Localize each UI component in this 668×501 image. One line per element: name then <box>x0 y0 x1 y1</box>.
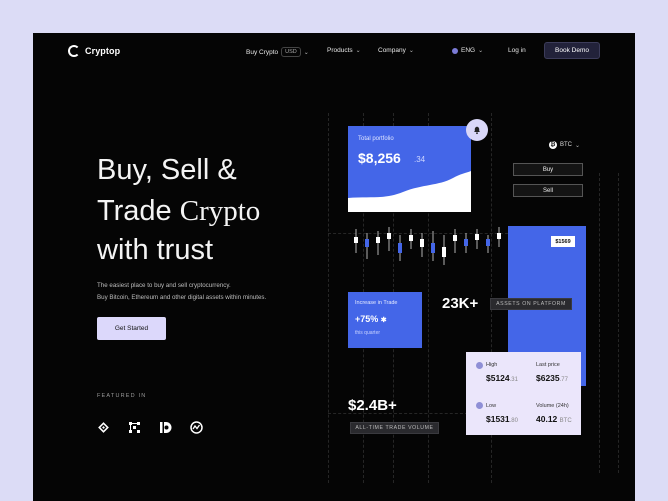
hero-title-line3: with trust <box>97 234 214 266</box>
price-stats-card: High $5124.31 Last price $6235.77 Low $1… <box>466 352 581 435</box>
last-price-main: $6235 <box>536 373 560 383</box>
candle <box>431 243 435 253</box>
sell-button[interactable]: Sell <box>513 184 583 197</box>
price-tag: $1569 <box>551 236 575 247</box>
buy-button[interactable]: Buy <box>513 163 583 176</box>
trade-value-text: +75% <box>355 314 379 324</box>
candle <box>453 235 457 241</box>
last-price-label: Last price <box>536 362 560 368</box>
low-value-dec: .80 <box>509 418 518 424</box>
volume-label: ALL-TIME TRADE VOLUME <box>350 422 439 434</box>
candle <box>475 234 479 240</box>
grid-line <box>599 173 600 473</box>
portfolio-card: Total portfolio $8,256 .34 <box>348 126 471 212</box>
d-logo-icon[interactable] <box>159 421 172 434</box>
logo[interactable]: Cryptop <box>68 45 120 57</box>
language-label: ENG <box>461 47 476 54</box>
assets-label: ASSETS ON PLATFORM <box>490 298 572 310</box>
high-value: $5124.31 <box>486 373 518 383</box>
bell-icon[interactable] <box>466 119 488 141</box>
grid-line <box>328 113 329 483</box>
volume-value: $2.4B+ <box>348 397 397 414</box>
candle <box>365 239 369 247</box>
get-started-button[interactable]: Get Started <box>97 317 166 340</box>
coin-selector[interactable]: ₿ BTC ⌄ <box>549 141 580 149</box>
candle <box>398 243 402 253</box>
hero-title-line1: Buy, Sell & <box>97 154 237 186</box>
trade-value: +75% ✱ <box>355 314 387 324</box>
assets-value: 23K+ <box>442 295 479 312</box>
last-price-dec: .77 <box>559 377 568 383</box>
featured-in-label: FEATURED IN <box>97 393 147 399</box>
high-icon <box>476 362 483 369</box>
candle <box>442 247 446 257</box>
low-value-main: $1531 <box>486 414 510 424</box>
candle <box>486 239 490 246</box>
chevron-down-icon: ⌄ <box>478 48 484 54</box>
candlestick-chart <box>354 227 501 265</box>
sparkle-icon: ✱ <box>380 317 387 324</box>
currency-badge: USD <box>281 47 301 57</box>
coin-label: BTC <box>560 142 572 148</box>
chevron-down-icon: ⌄ <box>303 49 309 56</box>
high-value-dec: .31 <box>509 377 518 383</box>
portfolio-area-chart <box>348 171 471 212</box>
candle <box>497 233 501 239</box>
candle <box>420 239 424 247</box>
volume-24h-value: 40.12 BTC <box>536 414 572 424</box>
nav-company-label: Company <box>378 47 406 54</box>
trade-increase-card: Increase in Trade +75% ✱ this quarter <box>348 292 422 348</box>
hero-subtitle-2: Buy Bitcoin, Ethereum and other digital … <box>97 294 267 301</box>
trade-sub: this quarter <box>355 330 381 336</box>
hero-title-trade: Trade <box>97 195 172 227</box>
coinmarketcap-icon[interactable] <box>190 421 203 434</box>
blockchain-icon[interactable] <box>128 421 141 434</box>
volume-24h-label: Volume (24h) <box>536 403 569 409</box>
login-link[interactable]: Log in <box>508 47 526 54</box>
low-label: Low <box>486 403 497 409</box>
candle <box>354 237 358 243</box>
candle <box>387 233 391 239</box>
bitcoin-icon: ₿ <box>549 141 557 149</box>
hero-subtitle-1: The easiest place to buy and sell crypto… <box>97 282 231 289</box>
login-label: Log in <box>508 47 526 54</box>
nav-products-label: Products <box>327 47 353 54</box>
candle <box>464 239 468 246</box>
low-value: $1531.80 <box>486 414 518 424</box>
trade-label: Increase in Trade <box>355 300 398 306</box>
landing-page: Cryptop Buy Crypto USD ⌄ Products ⌄ Comp… <box>33 33 635 501</box>
globe-icon <box>452 47 458 54</box>
language-selector[interactable]: ENG ⌄ <box>452 47 483 54</box>
book-demo-button[interactable]: Book Demo <box>544 42 600 59</box>
high-label: High <box>486 362 498 368</box>
nav-buy-crypto-label: Buy Crypto <box>246 48 279 56</box>
chevron-down-icon: ⌄ <box>408 48 414 54</box>
hero-title-crypto: Crypto <box>179 195 261 227</box>
binance-icon[interactable] <box>97 421 110 434</box>
candle <box>376 237 380 243</box>
chevron-down-icon: ⌄ <box>575 142 581 149</box>
nav-products[interactable]: Products ⌄ <box>327 47 361 54</box>
nav-buy-crypto[interactable]: Buy Crypto USD ⌄ <box>246 47 309 57</box>
high-value-main: $5124 <box>486 373 510 383</box>
volume-24h-main: 40.12 <box>536 414 558 424</box>
nav-company[interactable]: Company ⌄ <box>378 47 414 54</box>
candle <box>409 235 413 241</box>
logo-icon <box>68 45 80 57</box>
volume-24h-unit: BTC <box>559 418 572 424</box>
hero-title-line2: Trade Crypto <box>97 197 260 226</box>
logo-text: Cryptop <box>85 46 121 56</box>
grid-line <box>618 173 619 473</box>
chevron-down-icon: ⌄ <box>355 48 361 54</box>
low-icon <box>476 402 483 409</box>
last-price-value: $6235.77 <box>536 373 568 383</box>
